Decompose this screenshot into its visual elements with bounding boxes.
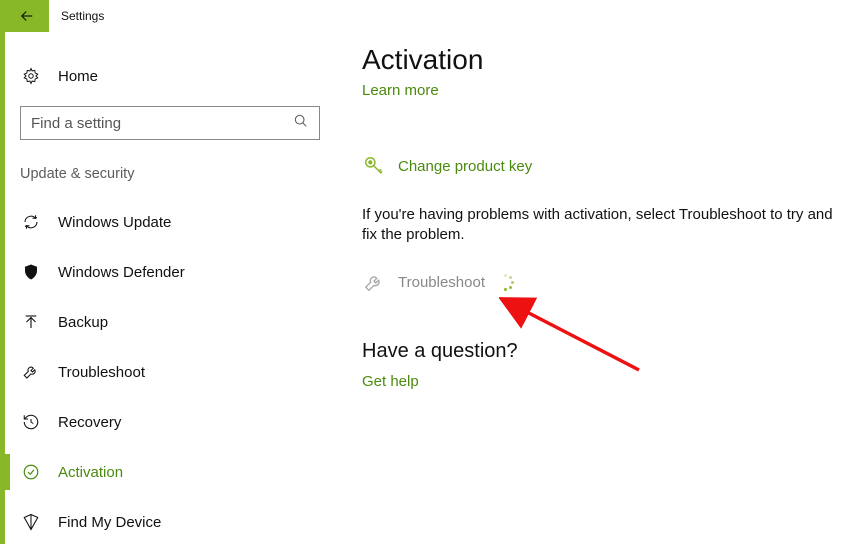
sidebar-item-label: Windows Update	[58, 214, 171, 231]
sidebar-item-recovery[interactable]: Recovery	[20, 400, 330, 444]
change-product-key-link[interactable]: Change product key	[362, 155, 843, 177]
sidebar-item-windows-defender[interactable]: Windows Defender	[20, 250, 330, 294]
history-icon	[20, 413, 42, 431]
check-circle-icon	[20, 463, 42, 481]
sidebar-item-backup[interactable]: Backup	[20, 300, 330, 344]
titlebar: Settings	[5, 0, 104, 32]
sidebar-item-troubleshoot[interactable]: Troubleshoot	[20, 350, 330, 394]
sidebar-item-label: Backup	[58, 314, 108, 331]
sidebar-item-label: Troubleshoot	[58, 364, 145, 381]
home-label: Home	[58, 68, 98, 85]
troubleshoot-label: Troubleshoot	[398, 274, 485, 291]
get-help-link[interactable]: Get help	[362, 373, 843, 390]
shield-icon	[20, 263, 42, 281]
page-title: Activation	[362, 44, 843, 76]
sidebar-item-label: Find My Device	[58, 514, 161, 531]
loading-spinner-icon	[497, 274, 515, 292]
change-product-key-label: Change product key	[398, 158, 532, 175]
arrow-up-icon	[20, 313, 42, 331]
search-input[interactable]	[31, 115, 293, 132]
category-header: Update & security	[20, 166, 330, 182]
learn-more-link[interactable]: Learn more	[362, 82, 843, 99]
wrench-icon	[362, 272, 386, 294]
back-button[interactable]	[5, 0, 49, 32]
sidebar: Home Update & security Windows Update Wi…	[20, 56, 330, 550]
troubleshoot-description: If you're having problems with activatio…	[362, 205, 842, 246]
sidebar-item-windows-update[interactable]: Windows Update	[20, 200, 330, 244]
search-icon	[293, 113, 309, 134]
sidebar-item-label: Windows Defender	[58, 264, 185, 281]
have-a-question-heading: Have a question?	[362, 340, 843, 363]
wrench-icon	[20, 363, 42, 381]
home-nav[interactable]: Home	[20, 56, 330, 96]
sidebar-item-find-my-device[interactable]: Find My Device	[20, 500, 330, 544]
sync-icon	[20, 213, 42, 231]
sidebar-item-label: Activation	[58, 464, 123, 481]
arrow-left-icon	[18, 7, 36, 25]
key-icon	[362, 155, 386, 177]
search-box[interactable]	[20, 106, 320, 140]
window-title: Settings	[61, 9, 104, 23]
sidebar-item-label: Recovery	[58, 414, 121, 431]
location-icon	[20, 513, 42, 531]
gear-icon	[20, 67, 42, 85]
sidebar-item-activation[interactable]: Activation	[20, 450, 330, 494]
troubleshoot-action: Troubleshoot	[362, 272, 843, 294]
main-content: Activation Learn more Change product key…	[362, 44, 843, 390]
